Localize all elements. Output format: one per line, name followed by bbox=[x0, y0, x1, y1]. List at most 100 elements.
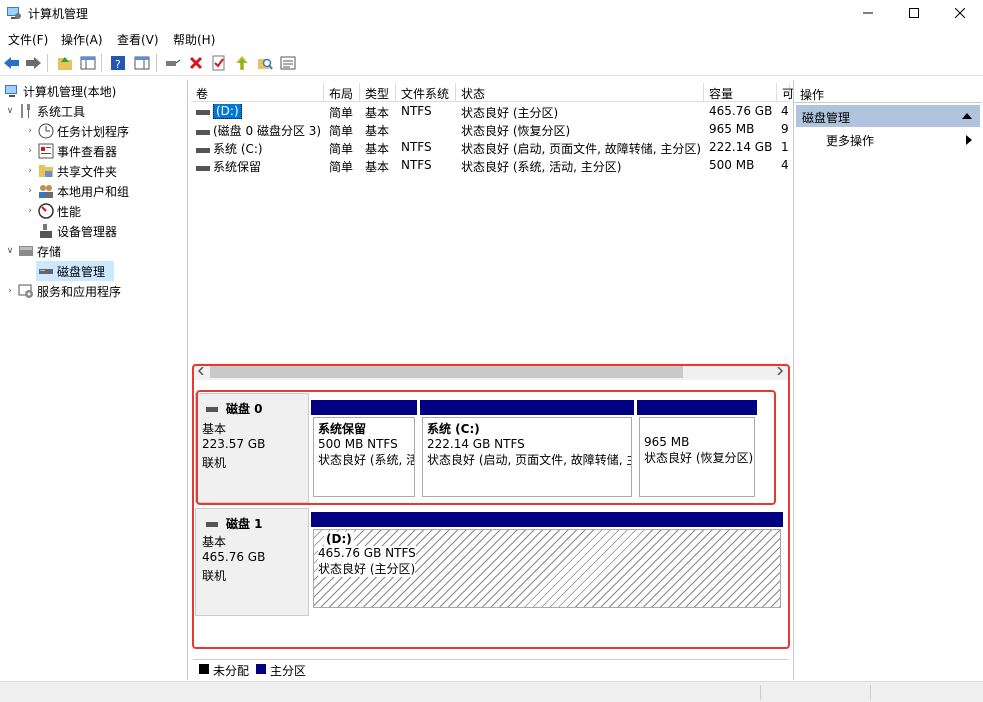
column-header-volume[interactable]: 卷 bbox=[191, 83, 324, 102]
minimize-button[interactable] bbox=[845, 0, 891, 26]
close-icon bbox=[955, 8, 965, 18]
back-button[interactable] bbox=[2, 53, 22, 73]
menu-action[interactable]: 操作(A) bbox=[61, 31, 103, 48]
column-header-filesystem[interactable]: 文件系统 bbox=[396, 83, 456, 102]
column-header-layout[interactable]: 布局 bbox=[324, 83, 360, 102]
minimize-icon bbox=[863, 12, 873, 14]
maximize-button[interactable] bbox=[891, 0, 937, 26]
event-viewer-icon bbox=[38, 143, 54, 159]
menu-file[interactable]: 文件(F) bbox=[8, 31, 48, 48]
drive-icon bbox=[196, 109, 210, 115]
chevron-right-icon[interactable]: › bbox=[24, 206, 36, 216]
tree-disk-management[interactable]: 磁盘管理 bbox=[36, 261, 114, 281]
free-cell: 9 bbox=[781, 122, 789, 136]
tree-label: 事件查看器 bbox=[57, 144, 118, 159]
legend: 未分配 主分区 bbox=[193, 659, 788, 679]
more-actions-item[interactable]: 更多操作 bbox=[826, 132, 874, 149]
type-cell: 基本 bbox=[365, 124, 390, 138]
help-button[interactable]: ? bbox=[108, 53, 128, 73]
chevron-right-icon[interactable]: › bbox=[24, 126, 36, 136]
action-pane-button[interactable] bbox=[132, 53, 152, 73]
delete-button[interactable] bbox=[186, 53, 206, 73]
computer-management-icon bbox=[7, 7, 21, 19]
forward-button[interactable] bbox=[24, 53, 44, 73]
status-cell: 状态良好 (系统, 活动, 主分区) bbox=[461, 160, 622, 174]
computer-management-window: { "window": {"title": "计算机管理"}, "menu": … bbox=[0, 0, 983, 702]
folder-up-icon bbox=[58, 57, 72, 70]
partition-status: 状态良好 (主分区) bbox=[318, 560, 416, 577]
toolbar: ? bbox=[0, 51, 983, 76]
up-folder-button[interactable] bbox=[55, 53, 75, 73]
users-icon bbox=[39, 185, 53, 198]
capacity-cell: 965 MB bbox=[709, 122, 755, 136]
search-button[interactable] bbox=[255, 53, 275, 73]
legend-swatch-primary bbox=[256, 664, 266, 674]
show-hide-tree-button[interactable] bbox=[78, 53, 98, 73]
tree-label: 本地用户和组 bbox=[57, 184, 130, 199]
tree-performance[interactable]: › 性能 bbox=[24, 201, 81, 221]
connect-icon bbox=[166, 59, 181, 66]
collapse-up-icon[interactable] bbox=[962, 113, 972, 119]
maximize-icon bbox=[909, 8, 919, 18]
chevron-right-icon[interactable]: › bbox=[24, 186, 36, 196]
menu-view[interactable]: 查看(V) bbox=[117, 31, 159, 48]
column-header-free[interactable]: 可 bbox=[777, 83, 794, 102]
services-icon bbox=[18, 284, 33, 298]
column-header-type[interactable]: 类型 bbox=[360, 83, 396, 102]
volume-cell: 系统 (C:) bbox=[196, 140, 324, 158]
partition-size: 465.76 GB NTFS bbox=[318, 546, 416, 560]
partition-d[interactable]: (D:) 465.76 GB NTFS 状态良好 (主分区) bbox=[311, 512, 783, 610]
connect-button[interactable] bbox=[163, 53, 183, 73]
svg-text:?: ? bbox=[115, 58, 121, 71]
tree-local-users-groups[interactable]: › 本地用户和组 bbox=[24, 181, 129, 201]
disk1-size: 465.76 GB bbox=[202, 550, 266, 564]
tree-event-viewer[interactable]: › 事件查看器 bbox=[24, 141, 117, 161]
delete-x-icon bbox=[189, 56, 203, 70]
tree-device-manager[interactable]: 设备管理器 bbox=[36, 221, 117, 241]
tree-computer-management[interactable]: 计算机管理(本地) bbox=[2, 81, 116, 101]
disk1-state: 联机 bbox=[202, 569, 227, 583]
close-button[interactable] bbox=[937, 0, 983, 26]
chevron-down-icon[interactable]: ∨ bbox=[4, 246, 16, 256]
disk1-label[interactable]: 磁盘 1 基本 465.76 GB 联机 bbox=[195, 508, 309, 616]
tree-task-scheduler[interactable]: › 任务计划程序 bbox=[24, 121, 129, 141]
volume-cell: 系统保留 bbox=[196, 158, 324, 176]
status-cell: 状态良好 (启动, 页面文件, 故障转储, 主分区) bbox=[461, 142, 702, 156]
title-bar: 计算机管理 bbox=[0, 0, 983, 26]
console-tree-icon bbox=[80, 56, 96, 70]
volume-cell: (D:) bbox=[196, 104, 324, 122]
disk-management-pane: 卷 布局 类型 文件系统 状态 容量 可 (D:) 简单 基本 NTFS 状态良… bbox=[191, 80, 794, 680]
type-cell: 基本 bbox=[365, 142, 390, 156]
layout-cell: 简单 bbox=[329, 160, 354, 174]
disk1-name: 磁盘 1 bbox=[226, 517, 263, 531]
legend-primary: 主分区 bbox=[270, 664, 307, 678]
tree-services-applications[interactable]: › 服务和应用程序 bbox=[4, 281, 121, 301]
chevron-right-icon[interactable]: › bbox=[4, 286, 16, 296]
console-button[interactable] bbox=[278, 53, 298, 73]
tree-label: 磁盘管理 bbox=[57, 264, 106, 279]
disk-icon bbox=[206, 521, 218, 527]
legend-unallocated: 未分配 bbox=[213, 664, 250, 678]
chevron-right-icon[interactable]: › bbox=[24, 166, 36, 176]
tree-label: 任务计划程序 bbox=[57, 124, 130, 139]
actions-section-disk-management[interactable]: 磁盘管理 bbox=[796, 105, 980, 127]
console-window-icon bbox=[280, 56, 296, 70]
back-arrow-icon bbox=[4, 57, 19, 69]
drive-icon bbox=[196, 129, 210, 135]
status-cell: 状态良好 (恢复分区) bbox=[461, 124, 571, 138]
tree-shared-folders[interactable]: › 共享文件夹 bbox=[24, 161, 117, 181]
disk1-kind: 基本 bbox=[202, 535, 227, 549]
free-cell: 4 bbox=[781, 158, 789, 172]
tree-storage[interactable]: ∨ 存储 bbox=[4, 241, 61, 261]
menu-help[interactable]: 帮助(H) bbox=[173, 31, 215, 48]
import-button[interactable] bbox=[232, 53, 252, 73]
column-header-status[interactable]: 状态 bbox=[456, 83, 704, 102]
check-doc-icon bbox=[212, 55, 225, 71]
properties-button[interactable] bbox=[209, 53, 229, 73]
performance-icon bbox=[38, 203, 54, 219]
chevron-right-icon[interactable]: › bbox=[24, 146, 36, 156]
tree-system-tools[interactable]: ∨ 系统工具 bbox=[4, 101, 85, 121]
column-header-capacity[interactable]: 容量 bbox=[704, 83, 777, 102]
tools-icon bbox=[21, 104, 30, 118]
chevron-down-icon[interactable]: ∨ bbox=[4, 106, 16, 116]
